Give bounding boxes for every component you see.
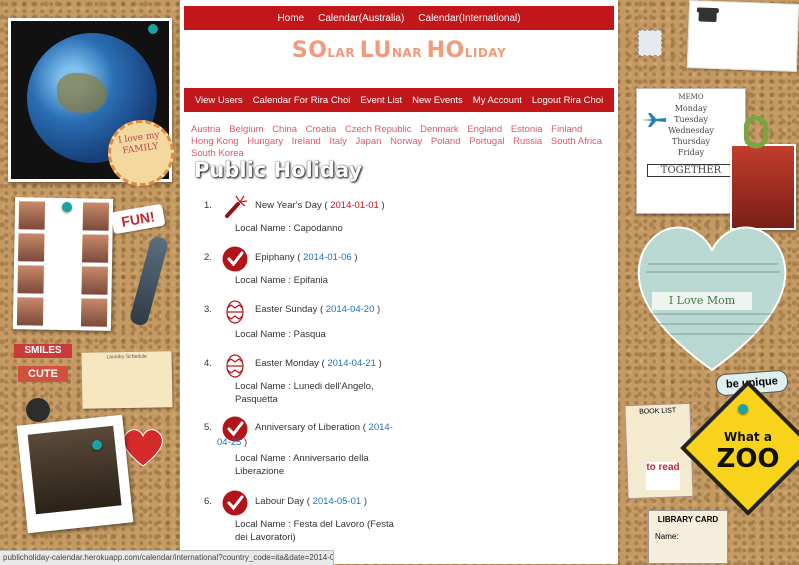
holiday-name[interactable]: Labour Day ( 2014-05-01 )	[255, 494, 455, 509]
country-link-estonia[interactable]: Estonia	[511, 124, 543, 135]
holiday-name[interactable]: Anniversary of Liberation ( 2014-04-25 )	[217, 420, 397, 450]
country-link-portugal[interactable]: Portugal	[469, 136, 504, 147]
country-link-denmark[interactable]: Denmark	[420, 124, 459, 135]
country-link-hong-kong[interactable]: Hong Kong	[191, 136, 239, 147]
button-badge-icon	[26, 398, 50, 422]
nav-calendar-international[interactable]: Calendar(International)	[418, 13, 520, 24]
airplane-icon	[642, 113, 666, 127]
holiday-number: 5.	[204, 422, 212, 433]
holiday-name[interactable]: Epiphany ( 2014-01-06 )	[255, 250, 455, 265]
holiday-number: 1.	[204, 200, 212, 211]
pushpin-icon	[738, 404, 748, 414]
nav-my-account[interactable]: My Account	[473, 95, 522, 106]
stamp-icon	[638, 30, 662, 56]
nav-calendar-for-user[interactable]: Calendar For Rira Choi	[253, 95, 351, 106]
to-read-label: to read	[646, 462, 680, 490]
holiday-date-link[interactable]: 2014-05-01	[313, 496, 362, 507]
user-nav: View Users Calendar For Rira Choi Event …	[184, 88, 614, 112]
top-nav: Home Calendar(Australia) Calendar(Intern…	[184, 6, 614, 30]
paperclip-icon	[744, 116, 769, 149]
checkmark-icon	[222, 246, 248, 272]
country-link-italy[interactable]: Italy	[329, 136, 346, 147]
nav-event-list[interactable]: Event List	[360, 95, 402, 106]
holiday-local-name: Local Name : Pasqua	[235, 329, 326, 340]
telephone-icon	[696, 7, 719, 22]
country-link-austria[interactable]: Austria	[191, 124, 221, 135]
zoo-sign-text: What a ZOO	[716, 430, 780, 474]
country-link-finland[interactable]: Finland	[551, 124, 582, 135]
holiday-local-name: Local Name : Festa del Lavoro (Festa dei…	[235, 519, 394, 543]
country-link-south-africa[interactable]: South Africa	[551, 136, 602, 147]
easter-egg-icon	[226, 354, 244, 378]
cute-label: CUTE	[18, 366, 68, 382]
country-link-ireland[interactable]: Ireland	[292, 136, 321, 147]
library-card: LIBRARY CARD Name:	[648, 510, 728, 564]
holiday-date-link[interactable]: 2014-01-01	[330, 200, 379, 211]
fun-tag: FUN!	[110, 203, 166, 235]
nav-new-events[interactable]: New Events	[412, 95, 463, 106]
holiday-name[interactable]: New Year's Day ( 2014-01-01 )	[255, 198, 455, 213]
nav-view-users[interactable]: View Users	[195, 95, 243, 106]
i-love-mom-label: I Love Mom	[652, 292, 752, 310]
holiday-number: 2.	[204, 252, 212, 263]
holiday-date-link[interactable]: 2014-04-21	[327, 358, 376, 369]
smiles-label: SMILES	[14, 344, 72, 358]
phone-message-card	[686, 0, 799, 72]
holiday-number: 3.	[204, 304, 212, 315]
page-title: Public Holiday	[194, 158, 363, 182]
easter-egg-icon	[226, 300, 244, 324]
holiday-name[interactable]: Easter Monday ( 2014-04-21 )	[255, 356, 455, 371]
pushpin-icon	[148, 24, 158, 34]
holiday-local-name: Local Name : Capodanno	[235, 223, 343, 234]
pushpin-icon	[62, 202, 72, 212]
portrait-photo	[16, 414, 134, 534]
holiday-local-name: Local Name : Epifania	[235, 275, 328, 286]
country-link-norway[interactable]: Norway	[390, 136, 422, 147]
country-link-czech-republic[interactable]: Czech Republic	[345, 124, 412, 135]
laundry-schedule-note: Laundry Schedule	[81, 351, 173, 409]
country-link-china[interactable]: China	[272, 124, 297, 135]
right-decoration: MEMO Monday Tuesday Wednesday Thursday F…	[618, 0, 799, 564]
holiday-date-link[interactable]: 2014-04-20	[326, 304, 375, 315]
holiday-name[interactable]: Easter Sunday ( 2014-04-20 )	[255, 302, 455, 317]
country-link-croatia[interactable]: Croatia	[306, 124, 337, 135]
country-link-belgium[interactable]: Belgium	[229, 124, 263, 135]
holiday-number: 6.	[204, 496, 212, 507]
main-panel: Home Calendar(Australia) Calendar(Intern…	[180, 0, 618, 564]
holiday-local-name: Local Name : Lunedi dell'Angelo, Pasquet…	[235, 381, 374, 405]
holiday-date-link[interactable]: 2014-01-06	[303, 252, 352, 263]
country-list: Austria Belgium China Croatia Czech Repu…	[191, 124, 609, 160]
checkmark-icon	[222, 490, 248, 516]
browser-status-bar: publicholiday-calendar.herokuapp.com/cal…	[0, 550, 334, 565]
nav-home[interactable]: Home	[277, 13, 304, 24]
firework-icon	[225, 195, 248, 218]
site-logo[interactable]: SOLAR LUNAR HOLIDAY	[180, 38, 618, 63]
country-link-japan[interactable]: Japan	[356, 136, 382, 147]
photo-strip	[12, 197, 114, 331]
country-link-england[interactable]: England	[467, 124, 502, 135]
left-decoration: I love my FAMILY FUN! SMILES CUTE Laundr…	[0, 0, 180, 564]
holiday-local-name: Local Name : Anniversario della Liberazi…	[235, 453, 369, 477]
binder-clip-icon	[128, 235, 170, 327]
nav-logout[interactable]: Logout Rira Choi	[532, 95, 603, 106]
country-link-hungary[interactable]: Hungary	[247, 136, 283, 147]
country-link-poland[interactable]: Poland	[431, 136, 461, 147]
holiday-number: 4.	[204, 358, 212, 369]
nav-calendar-australia[interactable]: Calendar(Australia)	[318, 13, 404, 24]
country-link-russia[interactable]: Russia	[513, 136, 542, 147]
pushpin-icon	[92, 440, 102, 450]
